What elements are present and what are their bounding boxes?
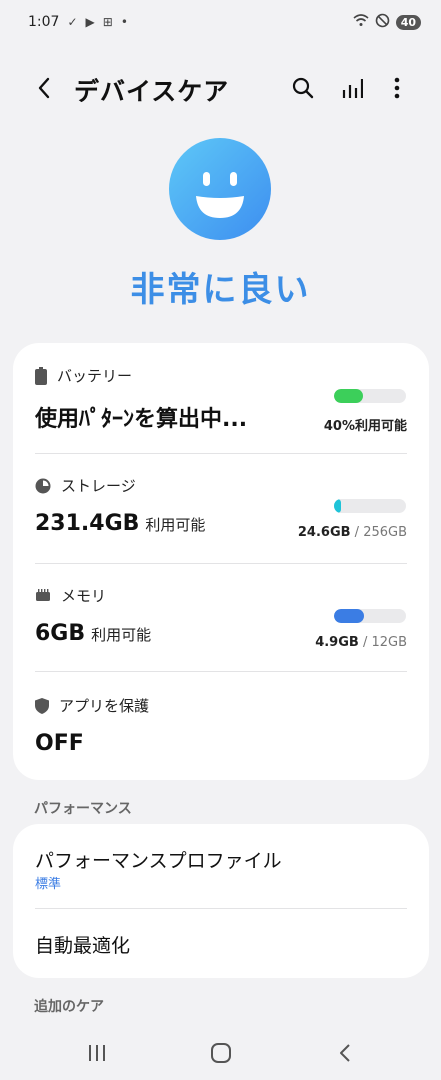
divider xyxy=(35,671,407,672)
check-icon: ✓ xyxy=(67,15,78,29)
stats-icon xyxy=(342,79,363,98)
battery-value: 使用ﾊﾟﾀｰﾝを算出中... xyxy=(35,407,248,432)
memory-bar xyxy=(334,609,406,623)
memory-row[interactable]: メモリ 6GB 利用可能 4.9GB / 12GB xyxy=(13,563,429,673)
back-nav-button[interactable] xyxy=(330,1040,360,1066)
app-bar: デバイスケア xyxy=(0,60,441,116)
do-not-disturb-icon xyxy=(375,13,390,32)
battery-label: バッテリー xyxy=(57,367,133,385)
more-options-button[interactable] xyxy=(381,72,413,104)
wifi-icon xyxy=(353,13,369,31)
auto-optimize-label: 自動最適化 xyxy=(35,935,131,957)
more-icon xyxy=(394,77,400,99)
battery-icon xyxy=(35,366,47,385)
performance-card: パフォーマンスプロファイル 標準 自動最適化 xyxy=(13,824,429,978)
storage-bar-fill xyxy=(334,499,342,513)
battery-bar-fill xyxy=(334,389,363,403)
storage-row[interactable]: ストレージ 231.4GB 利用可能 24.6GB / 256GB xyxy=(13,453,429,563)
storage-value: 231.4GB 利用可能 xyxy=(35,511,206,536)
page-title: デバイスケア xyxy=(74,77,230,106)
app-protection-label: アプリを保護 xyxy=(59,697,150,715)
home-button[interactable] xyxy=(206,1040,236,1066)
performance-profile-value: 標準 xyxy=(35,877,62,892)
storage-label: ストレージ xyxy=(61,477,136,495)
battery-row[interactable]: バッテリー 使用ﾊﾟﾀｰﾝを算出中... 40%利用可能 xyxy=(13,343,429,453)
back-button[interactable] xyxy=(30,72,58,104)
performance-profile-label: パフォーマンスプロファイル xyxy=(35,850,282,872)
status-bar: 1:07 ✓ ▶ ⊞ • 40 xyxy=(0,0,441,44)
shield-icon xyxy=(35,697,49,714)
home-icon xyxy=(211,1043,231,1063)
plus-box-icon: ⊞ xyxy=(102,15,113,29)
back-icon xyxy=(38,77,50,99)
recents-button[interactable] xyxy=(82,1040,112,1066)
storage-pie-icon xyxy=(35,478,51,493)
dot-icon: • xyxy=(120,15,128,29)
app-protection-row[interactable]: アプリを保護 OFF xyxy=(13,673,429,780)
device-status-title: 非常に良い xyxy=(130,270,311,310)
auto-optimize-item[interactable]: 自動最適化 xyxy=(13,909,429,978)
storage-usage: 24.6GB / 256GB xyxy=(297,525,407,540)
play-store-icon: ▶ xyxy=(85,15,95,29)
memory-bar-fill xyxy=(334,609,364,623)
storage-bar xyxy=(334,499,406,513)
memory-usage: 4.9GB / 12GB xyxy=(315,635,407,650)
search-button[interactable] xyxy=(287,72,319,104)
memory-chip-icon xyxy=(36,588,50,601)
navigation-bar xyxy=(0,1026,441,1080)
performance-section-header: パフォーマンス xyxy=(34,801,132,817)
app-protection-value: OFF xyxy=(35,731,84,756)
battery-level: 40 xyxy=(395,14,421,30)
back-nav-icon xyxy=(340,1044,350,1062)
status-card: バッテリー 使用ﾊﾟﾀｰﾝを算出中... 40%利用可能 ストレージ 231.4… xyxy=(13,343,429,780)
performance-profile-item[interactable]: パフォーマンスプロファイル 標準 xyxy=(13,824,429,908)
battery-bar xyxy=(334,389,406,403)
smiley-face-icon xyxy=(169,138,271,240)
memory-value: 6GB 利用可能 xyxy=(35,621,152,646)
recents-icon xyxy=(89,1045,105,1061)
memory-label: メモリ xyxy=(61,587,107,605)
battery-availability: 40%利用可能 xyxy=(323,419,407,434)
status-time: 1:07 xyxy=(28,14,60,30)
search-icon xyxy=(292,77,314,99)
stats-button[interactable] xyxy=(336,72,368,104)
additional-care-section-header: 追加のケア xyxy=(34,999,104,1015)
